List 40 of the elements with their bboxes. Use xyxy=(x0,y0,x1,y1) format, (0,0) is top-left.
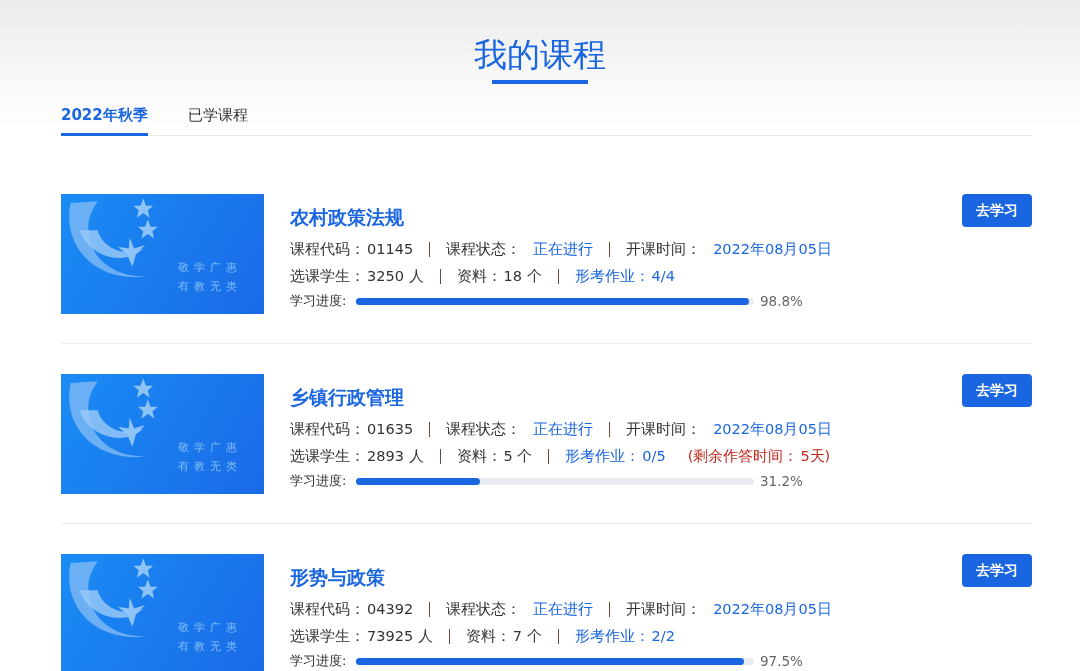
course-meta: 开课时间： 2022年08月05日 xyxy=(626,600,832,619)
course-meta: (剩余作答时间：5天) xyxy=(687,447,831,466)
cover-slogan: 有教无类 xyxy=(178,459,242,474)
course-title[interactable]: 乡镇行政管理 xyxy=(290,384,962,410)
progress-label: 学习进度: xyxy=(290,292,348,310)
course-meta: 形考作业：0/5 xyxy=(565,447,666,466)
progress-percent: 97.5% xyxy=(760,653,803,669)
course-meta: 选课学生：73925 人 xyxy=(290,627,433,646)
study-button[interactable]: 去学习 xyxy=(962,374,1032,407)
course-title[interactable]: 形势与政策 xyxy=(290,564,962,590)
course-meta: 课程代码：01635 xyxy=(290,420,414,439)
study-button[interactable]: 去学习 xyxy=(962,194,1032,227)
course-meta: 课程状态： 正在进行 xyxy=(446,600,594,619)
course-meta: 形考作业：4/4 xyxy=(574,267,675,286)
course-meta: 开课时间： 2022年08月05日 xyxy=(626,420,832,439)
course-meta: 课程代码：01145 xyxy=(290,240,414,259)
progress-percent: 31.2% xyxy=(760,473,803,489)
course-meta: 课程状态： 正在进行 xyxy=(446,240,594,259)
progress-label: 学习进度: xyxy=(290,652,348,670)
progress-percent: 98.8% xyxy=(760,293,803,309)
course-meta: 开课时间： 2022年08月05日 xyxy=(626,240,832,259)
course-meta: 课程代码：04392 xyxy=(290,600,414,619)
course-meta: 选课学生：2893 人 xyxy=(290,447,424,466)
cover-slogan: 有教无类 xyxy=(178,279,242,294)
cover-slogan: 敬学广惠 xyxy=(178,620,242,635)
course-meta: 选课学生：3250 人 xyxy=(290,267,424,286)
course-meta: 形考作业：2/2 xyxy=(574,627,675,646)
progress-label: 学习进度: xyxy=(290,472,348,490)
course-meta: 资料：7 个 xyxy=(465,627,542,646)
tab[interactable]: 已学课程 xyxy=(187,104,248,136)
tab[interactable]: 2022年秋季 xyxy=(61,104,148,136)
cover-slogan: 有教无类 xyxy=(178,639,242,654)
page-title: 我的课程 xyxy=(474,34,606,76)
course-meta: 课程状态： 正在进行 xyxy=(446,420,594,439)
course-meta: 资料：5 个 xyxy=(456,447,533,466)
study-button[interactable]: 去学习 xyxy=(962,554,1032,587)
course-title[interactable]: 农村政策法规 xyxy=(290,204,962,230)
cover-slogan: 敬学广惠 xyxy=(178,260,242,275)
course-meta: 资料：18 个 xyxy=(456,267,542,286)
cover-slogan: 敬学广惠 xyxy=(178,440,242,455)
